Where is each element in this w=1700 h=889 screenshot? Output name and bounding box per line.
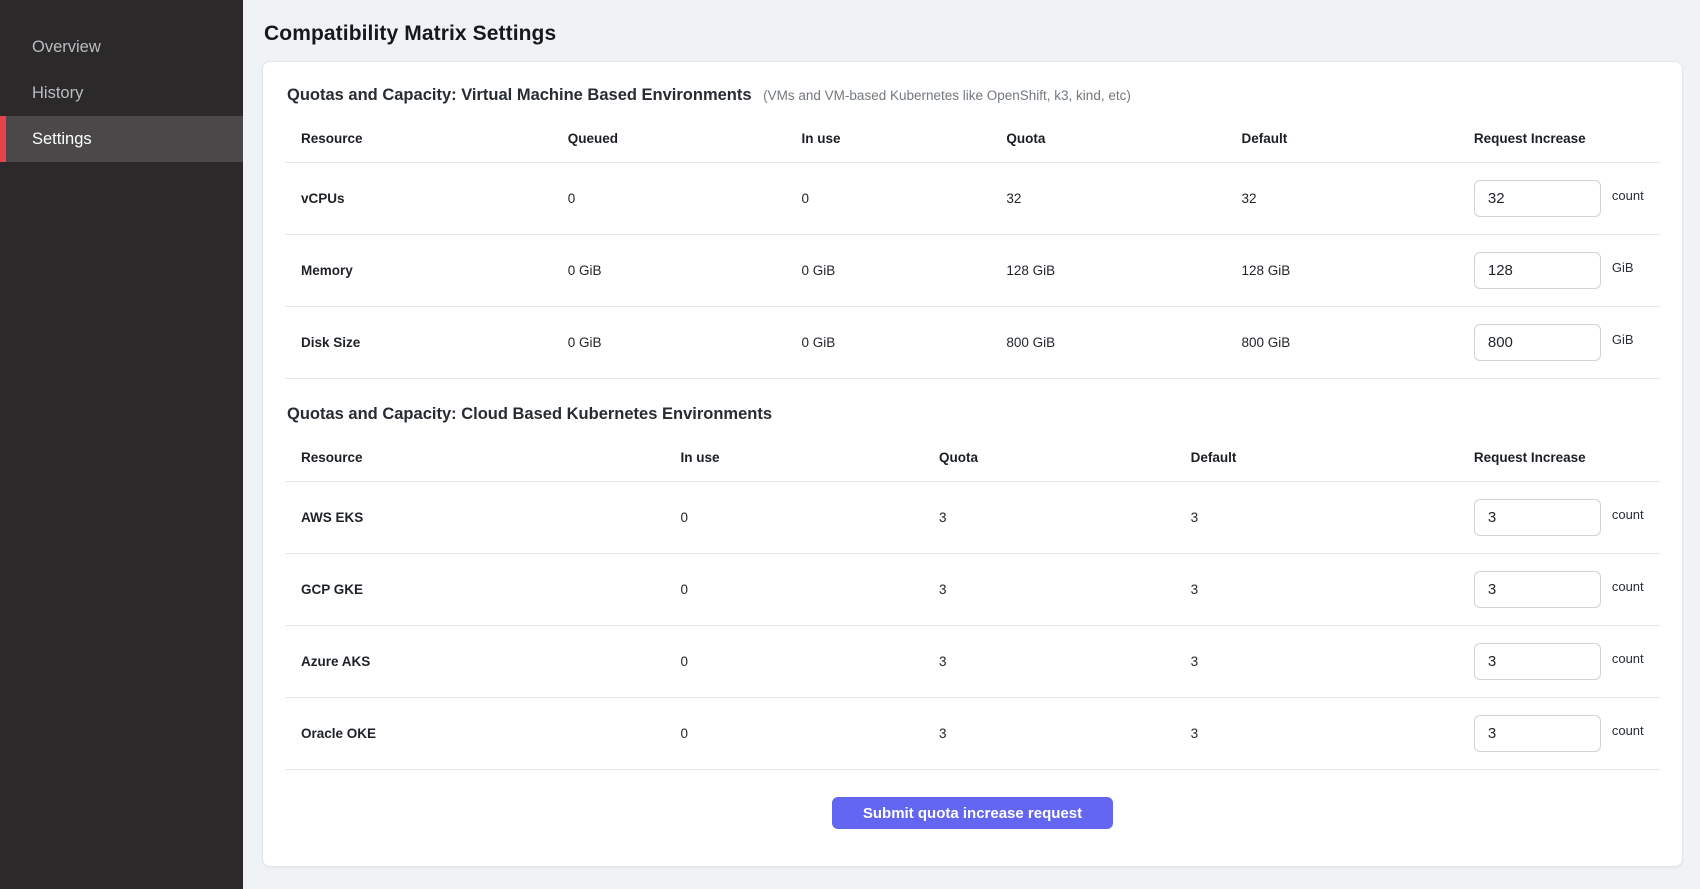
sidebar-item-settings[interactable]: Settings	[0, 116, 243, 162]
quota-value: 3	[923, 698, 1175, 770]
queued-value: 0 GiB	[552, 307, 786, 379]
section-vm-environments: Quotas and Capacity: Virtual Machine Bas…	[285, 86, 1660, 379]
vm-quota-table: Resource Queued In use Quota Default Req…	[285, 109, 1660, 379]
request-increase-cell: count	[1458, 554, 1660, 626]
quota-value: 32	[990, 163, 1225, 235]
in-use-value: 0	[665, 554, 923, 626]
in-use-value: 0 GiB	[786, 307, 991, 379]
quota-value: 3	[923, 554, 1175, 626]
unit-label: GiB	[1612, 332, 1634, 347]
queued-value: 0	[552, 163, 786, 235]
in-use-value: 0 GiB	[786, 235, 991, 307]
azure-aks-request-input[interactable]	[1474, 643, 1601, 680]
sidebar: Overview History Settings	[0, 0, 243, 889]
sidebar-item-overview[interactable]: Overview	[0, 24, 243, 70]
column-header-default: Default	[1175, 428, 1458, 482]
oracle-oke-request-input[interactable]	[1474, 715, 1601, 752]
section-title-text: Quotas and Capacity: Cloud Based Kuberne…	[287, 405, 772, 423]
resource-name: Azure AKS	[285, 626, 665, 698]
column-header-in-use: In use	[665, 428, 923, 482]
request-increase-cell: count	[1458, 626, 1660, 698]
table-row-azure-aks: Azure AKS 0 3 3 count	[285, 626, 1660, 698]
request-increase-cell: count	[1458, 163, 1660, 235]
column-header-resource: Resource	[285, 109, 552, 163]
resource-name: AWS EKS	[285, 482, 665, 554]
card-footer: Submit quota increase request	[285, 770, 1660, 841]
column-header-request-increase: Request Increase	[1458, 109, 1660, 163]
sidebar-item-label: Overview	[32, 38, 101, 56]
sidebar-item-history[interactable]: History	[0, 70, 243, 116]
in-use-value: 0	[665, 626, 923, 698]
column-header-resource: Resource	[285, 428, 665, 482]
column-header-quota: Quota	[923, 428, 1175, 482]
default-value: 3	[1175, 554, 1458, 626]
default-value: 3	[1175, 626, 1458, 698]
default-value: 32	[1226, 163, 1458, 235]
section-title-text: Quotas and Capacity: Virtual Machine Bas…	[287, 86, 752, 104]
aws-eks-request-input[interactable]	[1474, 499, 1601, 536]
resource-name: vCPUs	[285, 163, 552, 235]
unit-label: count	[1612, 723, 1644, 738]
table-row-aws-eks: AWS EKS 0 3 3 count	[285, 482, 1660, 554]
default-value: 128 GiB	[1226, 235, 1458, 307]
sidebar-item-label: History	[32, 84, 83, 102]
table-header-row: Resource Queued In use Quota Default Req…	[285, 109, 1660, 163]
table-row-memory: Memory 0 GiB 0 GiB 128 GiB 128 GiB GiB	[285, 235, 1660, 307]
sidebar-item-label: Settings	[32, 130, 92, 148]
in-use-value: 0	[786, 163, 991, 235]
resource-name: GCP GKE	[285, 554, 665, 626]
resource-name: Disk Size	[285, 307, 552, 379]
vcpus-request-input[interactable]	[1474, 180, 1601, 217]
unit-label: count	[1612, 507, 1644, 522]
table-row-oracle-oke: Oracle OKE 0 3 3 count	[285, 698, 1660, 770]
unit-label: count	[1612, 188, 1644, 203]
column-header-in-use: In use	[786, 109, 991, 163]
table-header-row: Resource In use Quota Default Request In…	[285, 428, 1660, 482]
cloud-quota-table: Resource In use Quota Default Request In…	[285, 428, 1660, 770]
memory-request-input[interactable]	[1474, 252, 1601, 289]
column-header-request-increase: Request Increase	[1458, 428, 1660, 482]
resource-name: Oracle OKE	[285, 698, 665, 770]
submit-quota-increase-button[interactable]: Submit quota increase request	[832, 797, 1113, 829]
request-increase-cell: GiB	[1458, 307, 1660, 379]
main-content: Compatibility Matrix Settings Quotas and…	[243, 0, 1700, 867]
request-increase-cell: count	[1458, 698, 1660, 770]
section-title: Quotas and Capacity: Virtual Machine Bas…	[287, 86, 1660, 105]
table-row-vcpus: vCPUs 0 0 32 32 count	[285, 163, 1660, 235]
column-header-queued: Queued	[552, 109, 786, 163]
quota-value: 128 GiB	[990, 235, 1225, 307]
quota-value: 800 GiB	[990, 307, 1225, 379]
default-value: 3	[1175, 482, 1458, 554]
quota-value: 3	[923, 482, 1175, 554]
unit-label: GiB	[1612, 260, 1634, 275]
unit-label: count	[1612, 579, 1644, 594]
column-header-default: Default	[1226, 109, 1458, 163]
table-row-gcp-gke: GCP GKE 0 3 3 count	[285, 554, 1660, 626]
table-row-disk-size: Disk Size 0 GiB 0 GiB 800 GiB 800 GiB Gi…	[285, 307, 1660, 379]
queued-value: 0 GiB	[552, 235, 786, 307]
quota-value: 3	[923, 626, 1175, 698]
disk-size-request-input[interactable]	[1474, 324, 1601, 361]
default-value: 3	[1175, 698, 1458, 770]
default-value: 800 GiB	[1226, 307, 1458, 379]
request-increase-cell: count	[1458, 482, 1660, 554]
active-indicator	[0, 116, 6, 162]
resource-name: Memory	[285, 235, 552, 307]
in-use-value: 0	[665, 482, 923, 554]
unit-label: count	[1612, 651, 1644, 666]
section-subtitle: (VMs and VM-based Kubernetes like OpenSh…	[763, 88, 1131, 103]
page-title: Compatibility Matrix Settings	[264, 22, 1683, 46]
gcp-gke-request-input[interactable]	[1474, 571, 1601, 608]
section-title: Quotas and Capacity: Cloud Based Kuberne…	[287, 405, 1660, 424]
request-increase-cell: GiB	[1458, 235, 1660, 307]
column-header-quota: Quota	[990, 109, 1225, 163]
quotas-card: Quotas and Capacity: Virtual Machine Bas…	[262, 61, 1683, 867]
in-use-value: 0	[665, 698, 923, 770]
section-cloud-kubernetes: Quotas and Capacity: Cloud Based Kuberne…	[285, 405, 1660, 770]
